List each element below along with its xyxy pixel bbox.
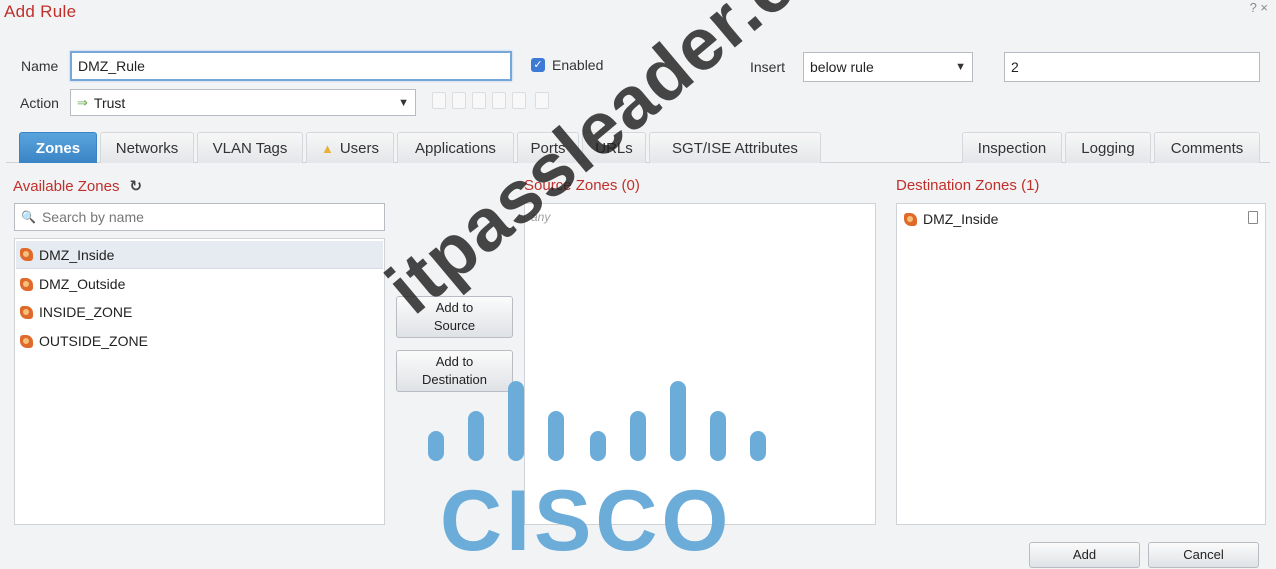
add-to-source-line1: Add to [435,300,474,315]
tab-urls-label: URLs [595,139,633,157]
name-input-value: DMZ_Rule [78,58,145,74]
zone-icon [904,212,917,226]
cisco-logo-bar [548,411,564,461]
trash-icon[interactable] [1248,211,1258,224]
zone-icon [20,305,33,319]
name-label: Name [21,58,59,74]
add-to-source-button[interactable]: Add to Source [396,296,513,338]
intrusion-policy-icon[interactable] [472,92,486,109]
tab-sgt-ise-attributes-label: SGT/ISE Attributes [672,139,798,157]
source-zones-title: Source Zones (0) [524,177,640,194]
arrow-right-icon: ⇒ [77,94,88,110]
tab-networks[interactable]: Networks [100,132,194,163]
tab-inspection-label: Inspection [977,139,1047,157]
action-label: Action [20,95,59,111]
add-to-source-line2: Source [433,318,476,333]
list-item[interactable]: DMZ_Inside [900,205,1240,233]
destination-zones-list [896,203,1266,525]
chevron-down-icon: ▼ [955,61,966,73]
cisco-logo-bar [590,431,606,461]
tab-zones-label: Zones [35,139,81,157]
cisco-logo-bar [750,431,766,461]
add-to-destination-line2: Destination [421,372,488,387]
tab-vlan-tags-label: VLAN Tags [212,139,288,157]
tab-zones[interactable]: Zones [19,132,97,163]
insert-label: Insert [750,59,786,75]
zone-search-input[interactable]: 🔍 Search by name [14,203,385,231]
enabled-checkbox[interactable]: ✓ [531,58,545,72]
variable-set-icon[interactable] [512,92,526,109]
tab-comments-label: Comments [1170,139,1244,157]
zone-label: DMZ_Inside [39,246,115,263]
tab-applications-label: Applications [415,139,496,157]
tab-logging[interactable]: Logging [1065,132,1151,163]
refresh-icon[interactable]: ↻ [129,178,142,195]
list-item[interactable]: DMZ_Outside [16,270,383,298]
insert-select[interactable]: below rule ▼ [803,52,973,82]
tab-urls[interactable]: URLs [582,132,646,163]
tab-comments[interactable]: Comments [1154,132,1260,163]
zone-icon [20,334,33,348]
cisco-logo-bar [670,381,686,461]
cancel-button[interactable]: Cancel [1148,542,1259,568]
search-placeholder: Search by name [41,209,144,225]
cisco-logo-bar [468,411,484,461]
cisco-logo-watermark: CISCO [440,473,733,569]
list-item[interactable]: DMZ_Inside [16,241,383,269]
zone-icon [20,277,33,291]
tab-ports-label: Ports [530,139,566,157]
add-to-destination-line1: Add to [435,354,474,369]
comment-icon[interactable] [535,92,549,109]
list-item[interactable]: INSIDE_ZONE [16,298,383,326]
tab-sgt-ise-attributes[interactable]: SGT/ISE Attributes [649,132,821,163]
tab-ports[interactable]: Ports [517,132,579,163]
source-zones-empty: any [531,210,551,224]
list-item[interactable]: OUTSIDE_ZONE [16,327,383,355]
tab-logging-label: Logging [1081,139,1135,157]
cisco-logo-bar [710,411,726,461]
zone-icon [20,248,33,261]
zone-label: INSIDE_ZONE [39,304,133,320]
warning-icon: ▲ [320,140,334,156]
window-controls[interactable]: ? × [1250,0,1268,15]
add-to-destination-button[interactable]: Add to Destination [396,350,513,392]
insert-number-input[interactable]: 2 [1004,52,1260,82]
insert-select-value: below rule [810,59,874,75]
insert-number-value: 2 [1011,59,1019,75]
tab-users-label: Users [339,139,380,157]
add-button[interactable]: Add [1029,542,1140,568]
destination-zones-title: Destination Zones (1) [896,177,1040,194]
cisco-logo-bar [508,381,524,461]
zone-label: DMZ_Inside [923,211,999,227]
tab-inspection[interactable]: Inspection [962,132,1062,163]
action-select-value: Trust [93,94,126,111]
zone-label: DMZ_Outside [39,276,126,292]
action-select[interactable]: ⇒ Trust ▼ [70,89,416,116]
tab-users[interactable]: ▲ Users [306,132,394,163]
file-policy-icon[interactable] [452,92,466,109]
dialog-title: Add Rule [4,2,77,21]
enabled-label: Enabled [552,57,604,73]
name-input[interactable]: DMZ_Rule [70,51,512,81]
log-icon[interactable] [492,92,506,109]
cisco-logo-bar [428,431,444,461]
policy-icon[interactable] [432,92,446,109]
cisco-logo-bar [630,411,646,461]
tab-networks-label: Networks [115,139,179,157]
chevron-down-icon: ▼ [398,96,409,109]
available-zones-title-text: Available Zones [13,178,120,195]
search-icon: 🔍 [21,210,36,224]
zone-label: OUTSIDE_ZONE [39,333,148,349]
available-zones-title: Available Zones ↻ [13,177,142,195]
tab-applications[interactable]: Applications [397,132,514,163]
tab-vlan-tags[interactable]: VLAN Tags [197,132,303,163]
